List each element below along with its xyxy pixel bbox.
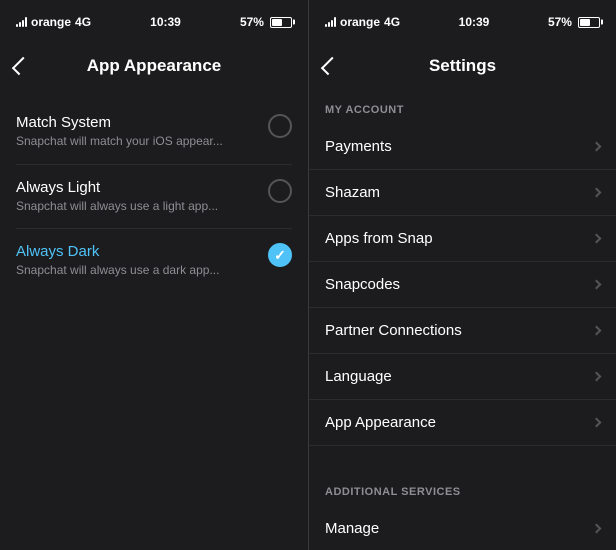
always-light-title: Always Light	[16, 179, 256, 196]
back-button-right[interactable]	[325, 58, 337, 74]
match-system-option[interactable]: Match System Snapchat will match your iO…	[0, 100, 308, 164]
shazam-label: Shazam	[325, 184, 380, 201]
battery-percent-right: 57%	[548, 15, 572, 29]
right-carrier-label: orange	[340, 15, 380, 29]
always-dark-subtitle: Snapchat will always use a dark app...	[16, 263, 256, 279]
right-status-bar: orange 4G 10:39 57%	[309, 0, 616, 44]
always-dark-text: Always Dark Snapchat will always use a d…	[16, 243, 268, 279]
language-chevron-icon	[592, 372, 602, 382]
apps-from-snap-label: Apps from Snap	[325, 230, 433, 247]
match-system-subtitle: Snapchat will match your iOS appear...	[16, 134, 256, 150]
back-button-left[interactable]	[16, 58, 28, 74]
always-dark-radio[interactable]: ✓	[268, 243, 292, 267]
my-account-section-header: MY ACCOUNT	[309, 88, 616, 124]
left-panel: orange 4G 10:39 57% App Appearance Match…	[0, 0, 308, 550]
match-system-radio[interactable]	[268, 114, 292, 138]
chevron-left-right-icon	[321, 57, 339, 75]
battery-icon-right	[578, 17, 600, 28]
right-time: 10:39	[459, 15, 490, 29]
right-status-left: orange 4G	[325, 15, 400, 29]
match-system-text: Match System Snapchat will match your iO…	[16, 114, 268, 150]
settings-item-shazam[interactable]: Shazam	[309, 170, 616, 216]
settings-list: MY ACCOUNT Payments Shazam Apps from Sna…	[309, 88, 616, 550]
page-title-right: Settings	[429, 56, 496, 76]
settings-item-app-appearance[interactable]: App Appearance	[309, 400, 616, 446]
check-mark-icon: ✓	[274, 247, 286, 264]
settings-item-apps-from-snap[interactable]: Apps from Snap	[309, 216, 616, 262]
battery-fill-left	[272, 19, 282, 26]
always-light-radio[interactable]	[268, 179, 292, 203]
right-panel: orange 4G 10:39 57% Settings MY ACCOUNT …	[308, 0, 616, 550]
payments-chevron-icon	[592, 142, 602, 152]
payments-label: Payments	[325, 138, 392, 155]
snapcodes-chevron-icon	[592, 280, 602, 290]
right-nav-bar: Settings	[309, 44, 616, 88]
left-nav-bar: App Appearance	[0, 44, 308, 88]
left-status-bar: orange 4G 10:39 57%	[0, 0, 308, 44]
settings-item-manage[interactable]: Manage	[309, 506, 616, 550]
left-time: 10:39	[150, 15, 181, 29]
partner-connections-label: Partner Connections	[325, 322, 462, 339]
match-system-title: Match System	[16, 114, 256, 131]
right-network-label: 4G	[384, 15, 400, 29]
right-signal-bars-icon	[325, 17, 336, 27]
chevron-left-icon	[12, 57, 30, 75]
left-status-right: 57%	[240, 15, 292, 29]
app-appearance-label: App Appearance	[325, 414, 436, 431]
right-status-right: 57%	[548, 15, 600, 29]
always-light-text: Always Light Snapchat will always use a …	[16, 179, 268, 215]
shazam-chevron-icon	[592, 188, 602, 198]
always-dark-title: Always Dark	[16, 243, 256, 260]
appearance-options-list: Match System Snapchat will match your iO…	[0, 88, 308, 550]
manage-label: Manage	[325, 520, 379, 537]
partner-connections-chevron-icon	[592, 326, 602, 336]
settings-item-language[interactable]: Language	[309, 354, 616, 400]
snapcodes-label: Snapcodes	[325, 276, 400, 293]
battery-fill-right	[580, 19, 590, 26]
battery-icon-left	[270, 17, 292, 28]
language-label: Language	[325, 368, 392, 385]
always-light-subtitle: Snapchat will always use a light app...	[16, 199, 256, 215]
manage-chevron-icon	[592, 524, 602, 534]
settings-item-snapcodes[interactable]: Snapcodes	[309, 262, 616, 308]
apps-from-snap-chevron-icon	[592, 234, 602, 244]
app-appearance-chevron-icon	[592, 418, 602, 428]
signal-bars-icon	[16, 17, 27, 27]
carrier-label: orange	[31, 15, 71, 29]
settings-item-payments[interactable]: Payments	[309, 124, 616, 170]
network-label: 4G	[75, 15, 91, 29]
battery-percent-left: 57%	[240, 15, 264, 29]
settings-item-partner-connections[interactable]: Partner Connections	[309, 308, 616, 354]
always-light-option[interactable]: Always Light Snapchat will always use a …	[0, 165, 308, 229]
always-dark-option[interactable]: Always Dark Snapchat will always use a d…	[0, 229, 308, 293]
page-title-left: App Appearance	[87, 56, 221, 76]
additional-services-section-header: ADDITIONAL SERVICES	[309, 470, 616, 506]
left-status-left: orange 4G	[16, 15, 91, 29]
